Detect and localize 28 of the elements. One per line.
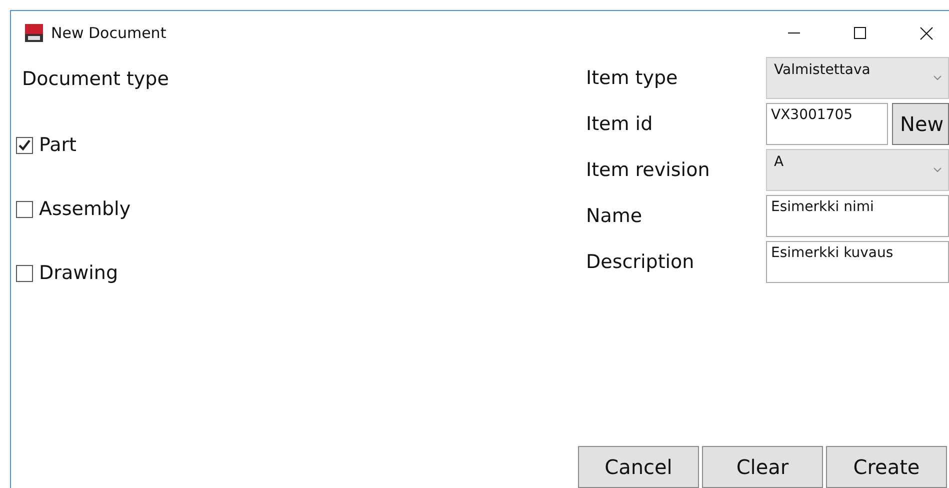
maximize-icon[interactable] (854, 27, 866, 39)
chevron-down-icon (933, 167, 942, 173)
text-field[interactable]: VX3001705 (766, 103, 888, 145)
text-field[interactable]: Esimerkki kuvaus (766, 241, 949, 283)
field-label: Item type (586, 67, 679, 89)
window-title: New Document (51, 24, 166, 42)
dropdown[interactable]: Valmistettava (766, 57, 949, 99)
checkbox-label: Assembly (39, 198, 131, 220)
dialog-button[interactable]: Clear (702, 446, 823, 488)
chevron-down-icon (933, 75, 942, 81)
field-label: Description (586, 251, 696, 273)
checkbox-label: Part (39, 134, 77, 156)
app-logo-icon (24, 23, 44, 43)
checkbox[interactable] (16, 136, 33, 154)
section-heading: Document type (22, 68, 170, 90)
checkbox-label: Drawing (39, 262, 118, 284)
field-label: Name (586, 205, 644, 227)
field-label: Item id (586, 113, 654, 135)
checkbox[interactable] (16, 264, 33, 282)
field-label: Item revision (586, 159, 711, 181)
dialog-button[interactable]: Cancel (578, 446, 699, 488)
new-button[interactable]: New (892, 103, 949, 145)
close-icon[interactable] (920, 26, 932, 40)
dialog-button[interactable]: Create (826, 446, 947, 488)
dropdown[interactable]: A (766, 149, 949, 191)
text-field[interactable]: Esimerkki nimi (766, 195, 949, 237)
minimize-icon[interactable] (788, 32, 800, 34)
checkbox[interactable] (16, 200, 33, 218)
